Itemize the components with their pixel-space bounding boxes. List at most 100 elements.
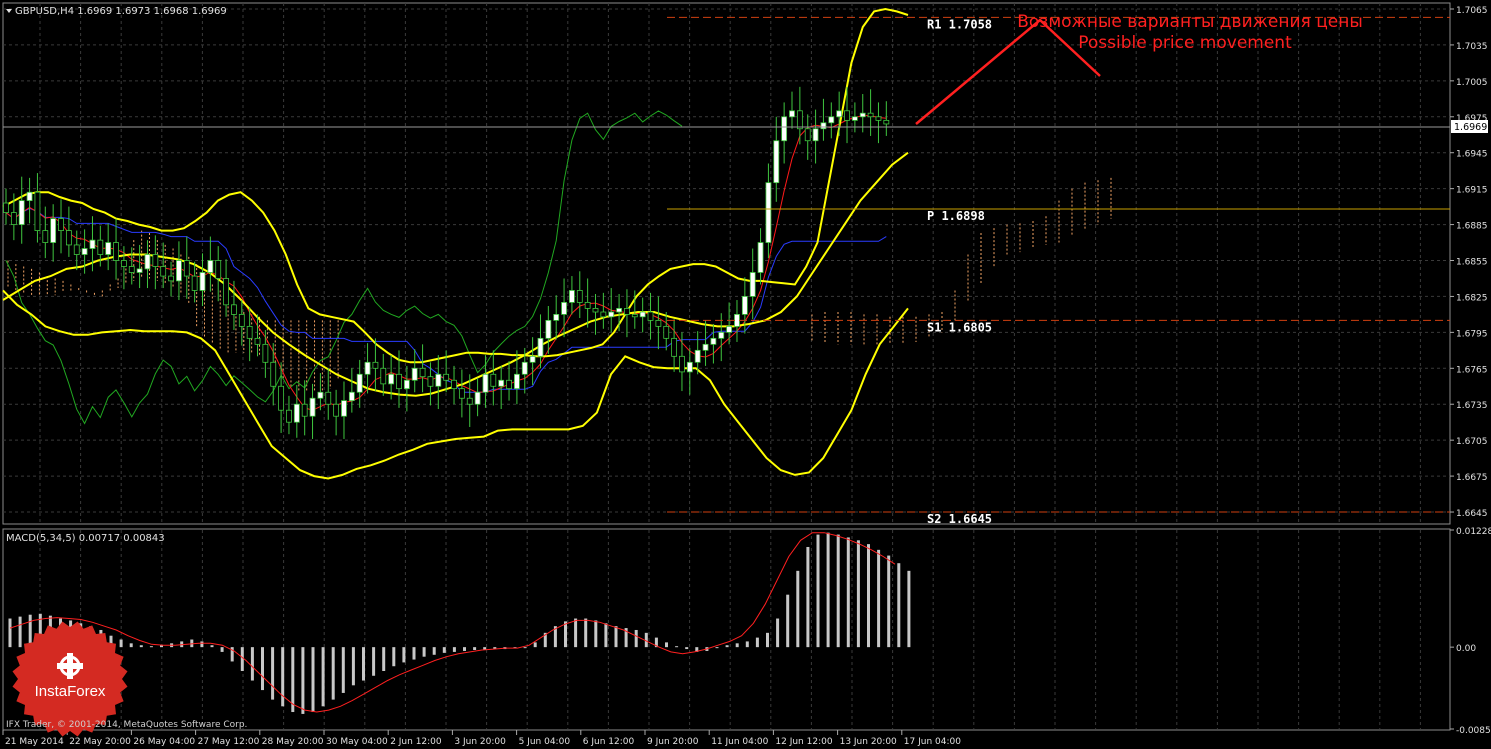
annotation-en: Possible price movement	[1078, 33, 1292, 53]
candle-body	[883, 119, 890, 125]
candle-body	[191, 275, 198, 291]
candle-body	[789, 110, 795, 118]
candle-body	[710, 337, 717, 345]
chart-window: R1 1.7058 P 1.6898 S1 1.6805 S2 1.6645 GBPU…	[0, 0, 1491, 749]
macd-bar	[907, 570, 911, 648]
candle-body	[113, 242, 119, 261]
pivot-label-p: P 1.6898	[927, 209, 985, 223]
candle-body	[348, 391, 355, 402]
candle-body	[42, 230, 49, 243]
candle-body	[136, 268, 143, 273]
candle-body	[820, 122, 827, 130]
macd-bar	[442, 647, 446, 653]
price-tick-label: 1.7035	[1456, 42, 1488, 52]
time-tick-label: 28 May 20:00	[262, 737, 324, 747]
macd-bar	[392, 647, 396, 667]
macd-bar	[119, 639, 123, 648]
candle-body	[529, 355, 536, 363]
candle-body	[73, 244, 80, 255]
candle-body	[702, 343, 709, 351]
logo-text: InstaForex	[35, 683, 106, 700]
candle-body	[514, 373, 520, 390]
candle-body	[867, 112, 874, 118]
candle-body	[458, 388, 465, 399]
time-tick-label: 17 Jun 04:00	[904, 737, 961, 747]
candle-body	[796, 110, 803, 130]
price-tick-label: 1.6765	[1456, 365, 1488, 375]
candle-body	[231, 304, 237, 315]
candle-body	[246, 325, 253, 339]
pivot-label-r1: R1 1.7058	[927, 17, 992, 31]
candle-body	[584, 302, 591, 309]
macd-bar	[715, 647, 719, 649]
macd-bar	[341, 647, 345, 693]
macd-bar	[826, 532, 830, 648]
price-tick-label: 1.6945	[1456, 150, 1488, 160]
candle-body	[380, 367, 387, 385]
candle-body	[592, 308, 599, 313]
macd-bar	[271, 647, 275, 700]
candle-body	[411, 367, 418, 381]
macd-bar	[129, 643, 133, 648]
candle-body	[144, 254, 151, 270]
macd-panel[interactable]: MACD(5,34,5) 0.00717 0.00843 0.01228 0.00…	[2, 527, 1491, 736]
macd-bar	[745, 641, 749, 648]
macd-bar	[291, 647, 295, 713]
candle-body	[223, 278, 229, 306]
macd-bar	[301, 647, 305, 714]
macd-bar	[28, 614, 32, 648]
main-price-panel[interactable]: R1 1.7058 P 1.6898 S1 1.6805 S2 1.6645 GBPU…	[2, 2, 1451, 526]
price-tick-label: 1.6915	[1456, 186, 1488, 196]
macd-bar	[412, 647, 416, 660]
candle-body	[781, 116, 788, 142]
macd-bar	[402, 647, 406, 663]
candle-body	[403, 379, 410, 390]
candle-body	[238, 314, 245, 327]
macd-bar	[877, 549, 881, 648]
candle-body	[183, 260, 190, 277]
candle-body	[168, 275, 174, 282]
candle-body	[726, 325, 733, 333]
macd-bar	[351, 647, 355, 686]
candle-body	[372, 361, 379, 369]
candle-body	[128, 266, 135, 273]
macd-bar	[867, 544, 870, 648]
candle-body	[553, 314, 560, 321]
price-tick-label: 1.6675	[1456, 473, 1488, 483]
candle-body	[466, 397, 473, 405]
price-tick-label: 1.6735	[1456, 401, 1488, 411]
candle-body	[50, 218, 57, 243]
time-tick-label: 6 Jun 12:00	[583, 737, 635, 747]
macd-bar	[614, 626, 618, 648]
candle-body	[435, 373, 442, 387]
macd-bar	[281, 647, 285, 707]
candle-body	[537, 337, 544, 357]
price-tick-label: 1.7065	[1456, 6, 1488, 16]
candle-body	[749, 272, 756, 297]
macd-bar	[897, 563, 901, 648]
price-tick-label: 1.6795	[1456, 329, 1488, 339]
price-tick-label: 1.6645	[1456, 509, 1488, 519]
time-tick-label: 27 May 12:00	[198, 737, 260, 747]
macd-bar	[604, 623, 608, 648]
candle-body	[482, 373, 489, 393]
pivot-label-s2: S2 1.6645	[927, 512, 992, 526]
macd-tick-label: 0.00	[1456, 644, 1476, 654]
candle-body	[58, 218, 64, 231]
candle-body	[199, 272, 206, 291]
price-axis[interactable]: 1.70651.70351.70051.69751.69451.69151.68…	[1450, 6, 1488, 519]
macd-bar	[321, 647, 325, 707]
time-tick-label: 30 May 04:00	[326, 737, 388, 747]
macd-bar	[564, 621, 567, 648]
candle-body	[26, 191, 33, 202]
macd-bar	[220, 647, 224, 652]
candle-body	[317, 391, 324, 399]
candle-body	[270, 361, 277, 387]
time-tick-label: 26 May 04:00	[133, 737, 195, 747]
candle-body	[624, 308, 630, 315]
main-header: GBPUSD,H4 1.6969 1.6973 1.6968 1.6969	[15, 6, 227, 17]
time-tick-label: 3 Jun 20:00	[454, 737, 506, 747]
macd-bar	[422, 647, 426, 657]
time-tick-label: 22 May 20:00	[69, 737, 131, 747]
candle-body	[631, 314, 638, 318]
